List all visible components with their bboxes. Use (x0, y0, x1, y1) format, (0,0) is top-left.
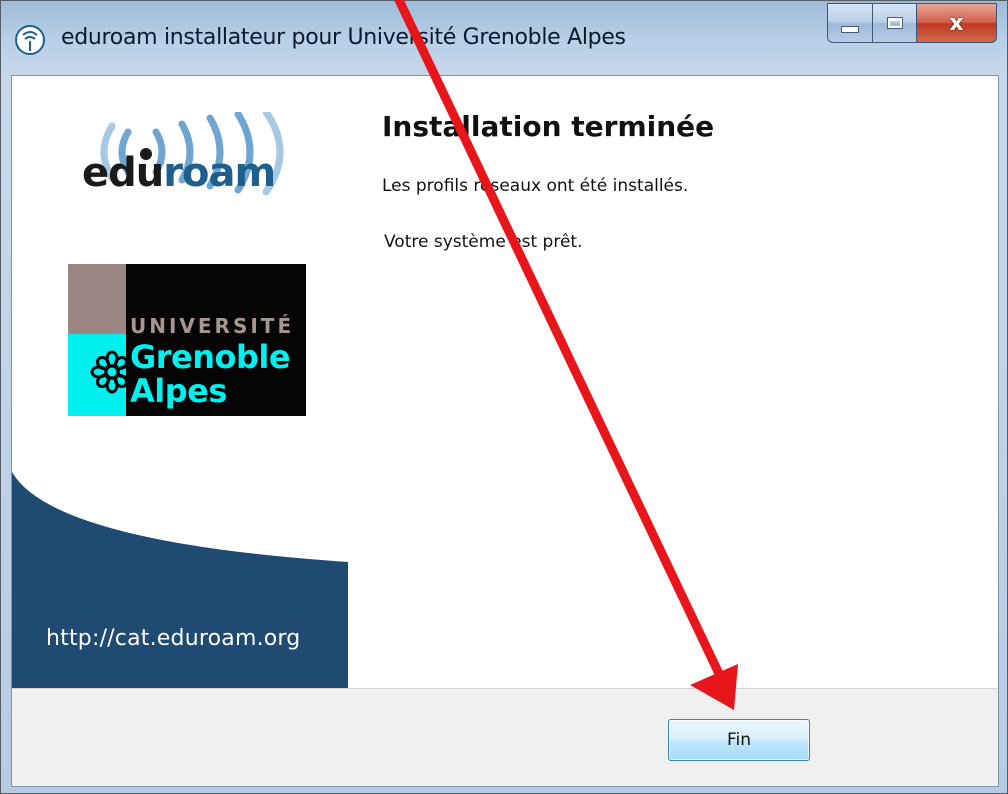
logo-text-alpes: Alpes (130, 372, 227, 410)
close-button[interactable]: x (917, 3, 997, 43)
branding-panel: eduroam UNIVERSITÉ Grenoble Alpes http:/… (12, 76, 348, 688)
maximize-button[interactable] (873, 3, 917, 43)
page-title: Installation terminée (382, 110, 715, 143)
decorative-wave (12, 472, 348, 688)
logo-block-taupe (68, 264, 126, 334)
minimize-button[interactable] (827, 3, 873, 43)
finish-button[interactable]: Fin (668, 719, 810, 761)
minimize-icon (841, 25, 859, 33)
university-logo: UNIVERSITÉ Grenoble Alpes (68, 264, 306, 416)
eduroam-app-icon (15, 25, 45, 55)
eduroam-wordmark-roam: roam (163, 150, 276, 196)
installer-content: eduroam UNIVERSITÉ Grenoble Alpes http:/… (11, 75, 999, 787)
title-bar[interactable]: eduroam installateur pour Université Gre… (1, 1, 1007, 75)
status-message-profiles: Les profils réseaux ont été installés. (382, 176, 689, 196)
button-bar: Fin (12, 688, 998, 786)
window-title: eduroam installateur pour Université Gre… (61, 25, 626, 50)
eduroam-wordmark: eduroam (82, 150, 276, 196)
logo-text-grenoble: Grenoble (130, 338, 291, 376)
close-icon: x (949, 10, 964, 36)
status-message-ready: Votre système est prêt. (384, 232, 583, 252)
cat-url-label: http://cat.eduroam.org (46, 626, 301, 651)
maximize-icon (886, 17, 903, 29)
installer-window: eduroam installateur pour Université Gre… (0, 0, 1008, 794)
window-controls: x (827, 3, 997, 43)
logo-text-universite: UNIVERSITÉ (130, 314, 295, 338)
eduroam-wordmark-edu: edu (82, 150, 164, 196)
flower-emblem-icon (90, 350, 134, 394)
